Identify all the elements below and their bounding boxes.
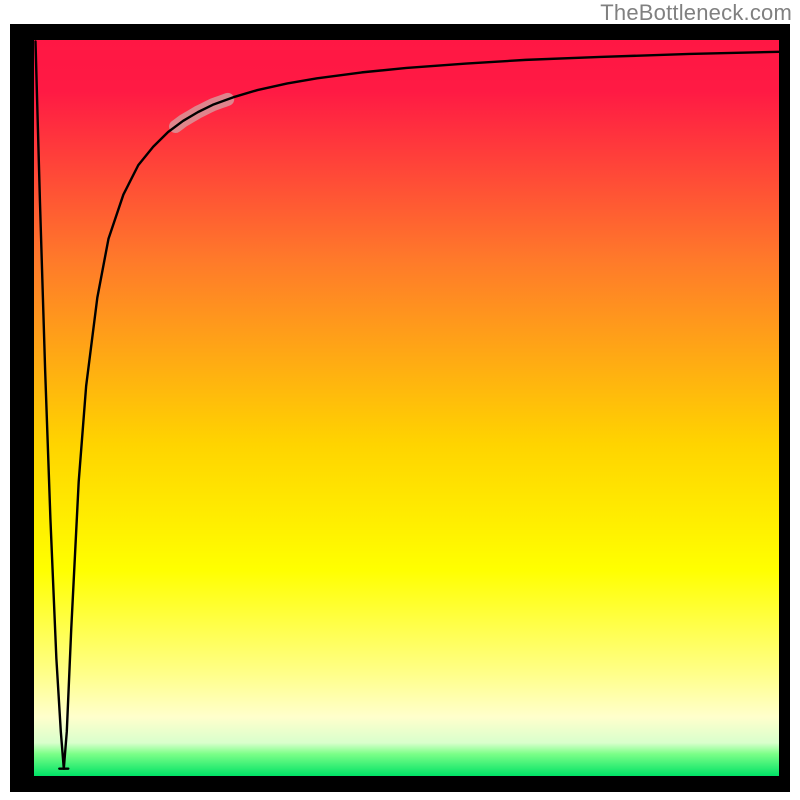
gradient-background bbox=[34, 40, 779, 776]
plot-area bbox=[34, 40, 779, 776]
plot-svg bbox=[34, 40, 779, 776]
chart-container: TheBottleneck.com bbox=[0, 0, 800, 800]
watermark-text: TheBottleneck.com bbox=[600, 0, 792, 26]
